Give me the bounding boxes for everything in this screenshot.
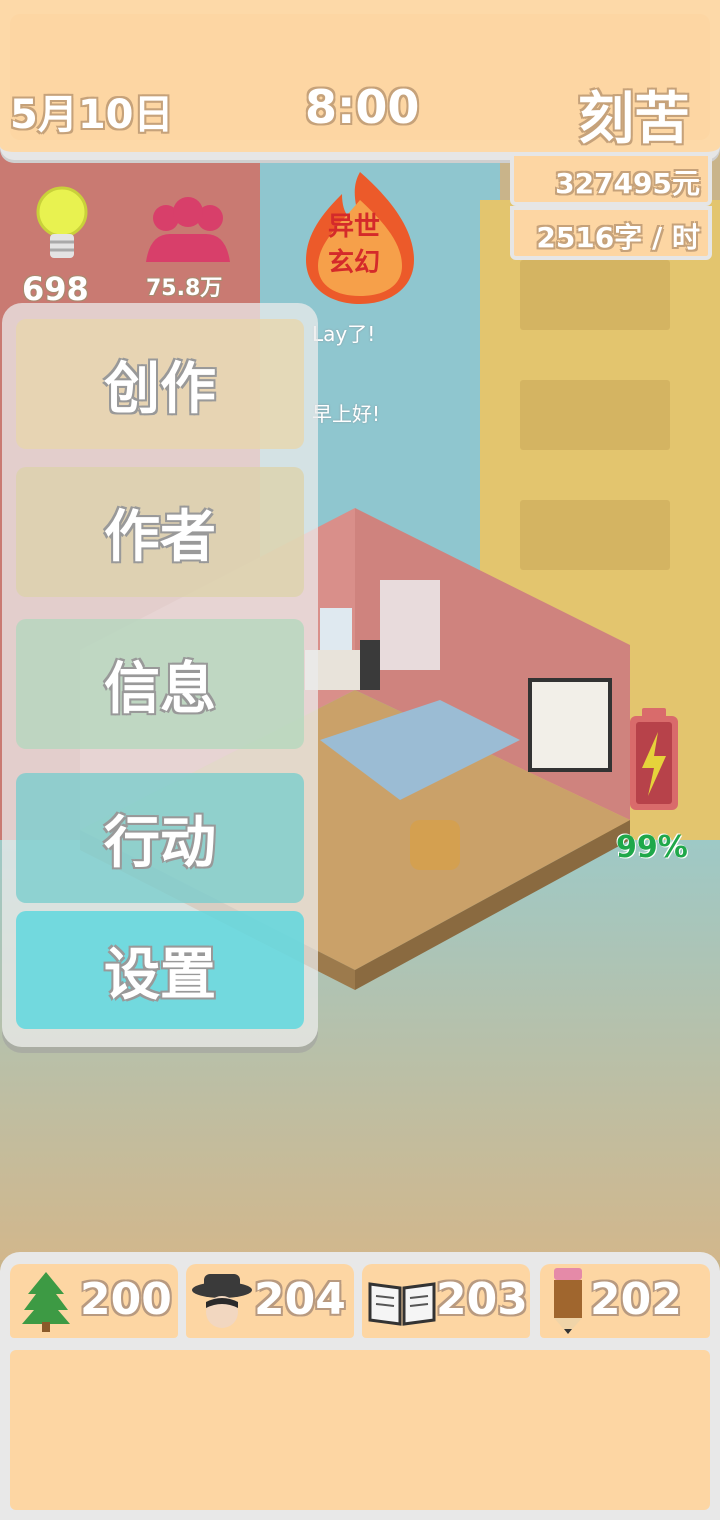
tv	[528, 678, 612, 772]
genre-label-line2: 玄幻	[328, 248, 381, 278]
money-value: 327495元	[555, 167, 700, 200]
resource-pencil-value: 202	[590, 1274, 682, 1325]
pencil-icon	[554, 1268, 582, 1334]
mood-label: 刻苦	[578, 87, 690, 152]
tree-icon	[22, 1272, 70, 1332]
date-label: 5月10日	[10, 92, 174, 138]
main-menu: 创作 作者 信息 行动 设置	[2, 303, 318, 1047]
writing-speed-value: 2516字 / 时	[536, 221, 700, 254]
time-label: 8:00	[305, 80, 420, 134]
resource-book-value: 203	[436, 1274, 528, 1325]
character	[360, 640, 380, 690]
resource-tree[interactable]: 200	[10, 1264, 178, 1338]
battery-icon[interactable]	[628, 708, 680, 812]
menu-create-button[interactable]: 创作	[16, 319, 304, 449]
menu-info-button[interactable]: 信息	[16, 619, 304, 749]
battery-percent: 99%	[616, 830, 688, 865]
message-line-1: Lay了!	[312, 322, 376, 346]
writing-speed-box: 2516字 / 时	[510, 206, 712, 260]
detective-icon	[192, 1274, 252, 1328]
genre-label-line1: 异世	[328, 212, 381, 242]
resource-hat[interactable]: 204	[186, 1264, 354, 1338]
message-line-2: 早上好!	[312, 402, 381, 426]
resource-pencil[interactable]: 202	[540, 1264, 710, 1338]
lightbulb-icon[interactable]	[34, 186, 90, 270]
resource-hat-value: 204	[254, 1274, 346, 1325]
bottom-panel	[10, 1350, 710, 1510]
computer-monitor	[320, 608, 352, 652]
menu-author-button[interactable]: 作者	[16, 467, 304, 597]
menu-settings-button[interactable]: 设置	[16, 911, 304, 1029]
money-box: 327495元	[510, 152, 712, 206]
window	[380, 580, 440, 670]
top-status-bar: 5月10日 8:00 刻苦	[0, 0, 720, 160]
fans-icon[interactable]	[142, 196, 234, 266]
resource-book[interactable]: 203	[362, 1264, 530, 1338]
menu-action-button[interactable]: 行动	[16, 773, 304, 903]
book-icon	[368, 1282, 436, 1326]
armchair	[410, 820, 460, 870]
resource-tree-value: 200	[80, 1274, 172, 1325]
fans-value: 75.8万	[146, 276, 223, 301]
